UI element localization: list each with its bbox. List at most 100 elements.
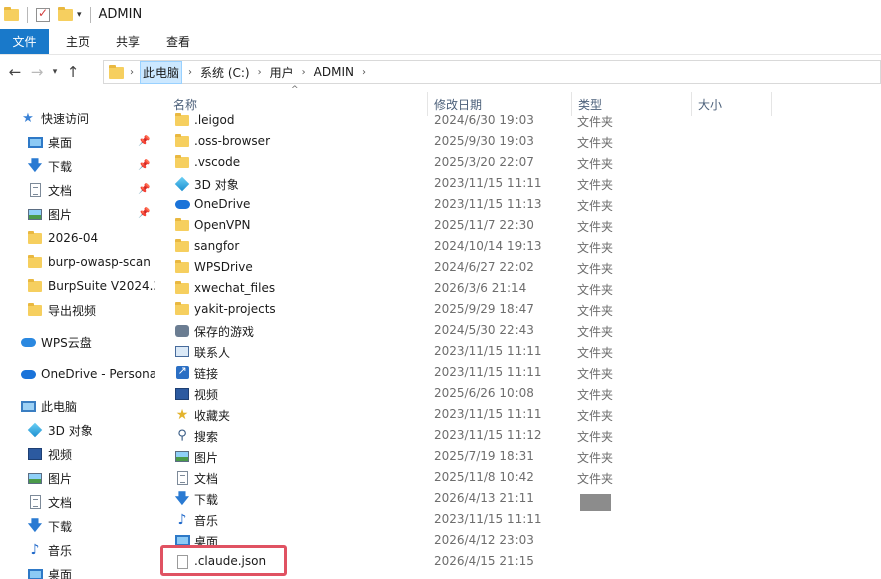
file-name: 链接 — [194, 367, 219, 381]
customize-toolbar-chevron-icon[interactable]: ▾ — [77, 10, 82, 20]
file-name: xwechat_files — [194, 281, 276, 295]
breadcrumb-this-pc[interactable]: 此电脑 — [140, 60, 183, 84]
pin-icon[interactable]: 📌 — [138, 208, 150, 219]
sidebar-item-desktop[interactable]: 桌面 — [27, 132, 72, 152]
pin-icon[interactable]: 📌 — [138, 184, 150, 195]
pin-icon[interactable]: 📌 — [138, 160, 150, 171]
sidebar-item-downloads[interactable]: 🡇 下载 — [27, 156, 72, 176]
sidebar-item-2026-04[interactable]: 2026-04 — [27, 228, 98, 248]
chevron-right-icon[interactable]: › — [130, 67, 134, 78]
sidebar-item-wps-cloud[interactable]: WPS云盘 — [20, 332, 92, 352]
table-row[interactable]: ★ 收藏夹 2023/11/15 11:11 文件夹 — [160, 404, 881, 425]
back-arrow-icon[interactable]: ← — [4, 63, 26, 81]
table-row[interactable]: 保存的游戏 2024/5/30 22:43 文件夹 — [160, 320, 881, 341]
chevron-right-icon[interactable]: › — [362, 67, 366, 78]
file-name: OpenVPN — [194, 218, 251, 232]
sidebar-item-export-video[interactable]: 导出视频 — [27, 300, 96, 320]
toolbar-divider — [27, 6, 28, 23]
table-row[interactable]: 文档 2025/11/8 10:42 文件夹 — [160, 467, 881, 488]
sidebar-item-label: 桌面 — [48, 135, 73, 150]
table-row[interactable]: .vscode 2025/3/20 22:07 文件夹 — [160, 152, 881, 173]
file-type: 文件夹 — [577, 304, 614, 318]
desktop-icon — [27, 567, 43, 579]
breadcrumb-drive-c[interactable]: 系统 (C:) — [198, 62, 252, 83]
table-row[interactable]: ♪ 音乐 2023/11/15 11:11 — [160, 509, 881, 530]
file-modified-date: 2023/11/15 11:12 — [434, 428, 542, 442]
table-row[interactable]: sangfor 2024/10/14 19:13 文件夹 — [160, 236, 881, 257]
videos-icon — [174, 386, 190, 401]
music-icon: ♪ — [30, 542, 40, 558]
table-row[interactable]: 🡇 下载 2026/4/13 21:11 — [160, 488, 881, 509]
table-row[interactable]: 图片 2025/7/19 18:31 文件夹 — [160, 446, 881, 467]
navigation-bar: ← → ▾ ↑ › 此电脑 › 系统 (C:) › 用户 › ADMIN › — [0, 58, 881, 86]
chevron-right-icon[interactable]: › — [302, 67, 306, 78]
sidebar-item-music-pc[interactable]: ♪ 音乐 — [27, 540, 72, 560]
sidebar-item-documents-pc[interactable]: 文档 — [27, 492, 72, 512]
table-row[interactable]: 链接 2023/11/15 11:11 文件夹 — [160, 362, 881, 383]
onedrive-icon — [20, 367, 36, 381]
sidebar-item-desktop-pc[interactable]: 桌面 — [27, 564, 72, 579]
file-type: 文件夹 — [577, 451, 614, 465]
tab-share[interactable]: 共享 — [103, 29, 153, 54]
table-row[interactable]: xwechat_files 2026/3/6 21:14 文件夹 — [160, 278, 881, 299]
sidebar-item-videos[interactable]: 视频 — [27, 444, 72, 464]
file-modified-date: 2025/11/8 10:42 — [434, 470, 534, 484]
sidebar-item-downloads-pc[interactable]: 🡇 下载 — [27, 516, 72, 536]
table-row[interactable]: 3D 对象 2023/11/15 11:11 文件夹 — [160, 173, 881, 194]
sidebar-item-quick-access[interactable]: ★ 快速访问 — [20, 108, 89, 128]
file-type: 文件夹 — [577, 220, 614, 234]
file-type: 文件夹 — [577, 115, 614, 129]
breadcrumb-users[interactable]: 用户 — [268, 62, 296, 83]
table-row[interactable]: WPSDrive 2024/6/27 22:02 文件夹 — [160, 257, 881, 278]
folder-icon — [174, 134, 190, 149]
sidebar-item-pictures-pc[interactable]: 图片 — [27, 468, 72, 488]
links-icon — [174, 364, 190, 380]
tab-view[interactable]: 查看 — [153, 29, 203, 54]
file-name: 图片 — [194, 451, 219, 465]
title-bar: ▾ ADMIN — [0, 0, 881, 29]
forward-arrow-icon[interactable]: → — [26, 63, 48, 81]
sidebar-item-onedrive[interactable]: OneDrive - Persona — [20, 364, 155, 384]
table-row[interactable]: ⚲ 搜索 2023/11/15 11:12 文件夹 — [160, 425, 881, 446]
table-row[interactable]: yakit-projects 2025/9/29 18:47 文件夹 — [160, 299, 881, 320]
table-row[interactable]: .oss-browser 2025/9/30 19:03 文件夹 — [160, 131, 881, 152]
address-bar[interactable]: › 此电脑 › 系统 (C:) › 用户 › ADMIN › — [103, 60, 881, 84]
table-row[interactable]: 视频 2025/6/26 10:08 文件夹 — [160, 383, 881, 404]
table-row[interactable]: OpenVPN 2025/11/7 22:30 文件夹 — [160, 215, 881, 236]
new-folder-icon[interactable] — [58, 6, 73, 21]
tab-home[interactable]: 主页 — [49, 29, 103, 54]
ribbon-tabs: 文件 主页 共享 查看 — [0, 29, 881, 55]
file-name: OneDrive — [194, 197, 251, 211]
chevron-right-icon[interactable]: › — [188, 67, 192, 78]
quick-access-toolbar: ▾ — [0, 0, 82, 29]
sidebar-item-pictures[interactable]: 图片 — [27, 204, 72, 224]
sidebar-item-burp-owasp-scan[interactable]: burp-owasp-scan — [27, 252, 151, 272]
sidebar-item-documents[interactable]: 文档 — [27, 180, 72, 200]
file-type: 文件夹 — [577, 136, 614, 150]
file-name: .leigod — [194, 113, 235, 127]
recent-locations-chevron-icon[interactable]: ▾ — [48, 67, 62, 77]
pictures-icon — [27, 471, 43, 485]
up-arrow-icon[interactable]: ↑ — [62, 63, 84, 81]
videos-icon — [27, 447, 43, 461]
breadcrumb-admin[interactable]: ADMIN — [312, 63, 356, 81]
pin-icon[interactable]: 📌 — [138, 136, 150, 147]
tab-file[interactable]: 文件 — [0, 29, 49, 54]
favorites-icon: ★ — [175, 406, 189, 423]
file-type: 文件夹 — [577, 262, 614, 276]
sidebar-item-3d-objects[interactable]: 3D 对象 — [27, 420, 93, 440]
sidebar-item-burpsuite[interactable]: BurpSuite V2024.3 — [27, 276, 155, 296]
file-name: 下载 — [194, 493, 219, 507]
cloud-icon — [20, 335, 36, 349]
table-row[interactable]: 联系人 2023/11/15 11:11 文件夹 — [160, 341, 881, 362]
table-row[interactable]: .leigod 2024/6/30 19:03 文件夹 — [160, 111, 881, 131]
chevron-right-icon[interactable]: › — [258, 67, 262, 78]
file-name: sangfor — [194, 239, 240, 253]
properties-icon[interactable] — [36, 6, 50, 22]
table-row[interactable]: OneDrive 2023/11/15 11:13 文件夹 — [160, 194, 881, 215]
folder-icon — [4, 6, 19, 21]
sidebar-item-this-pc[interactable]: 此电脑 — [20, 396, 77, 416]
redaction-block — [580, 494, 611, 511]
folder-icon — [174, 302, 190, 317]
file-name: yakit-projects — [194, 302, 276, 316]
